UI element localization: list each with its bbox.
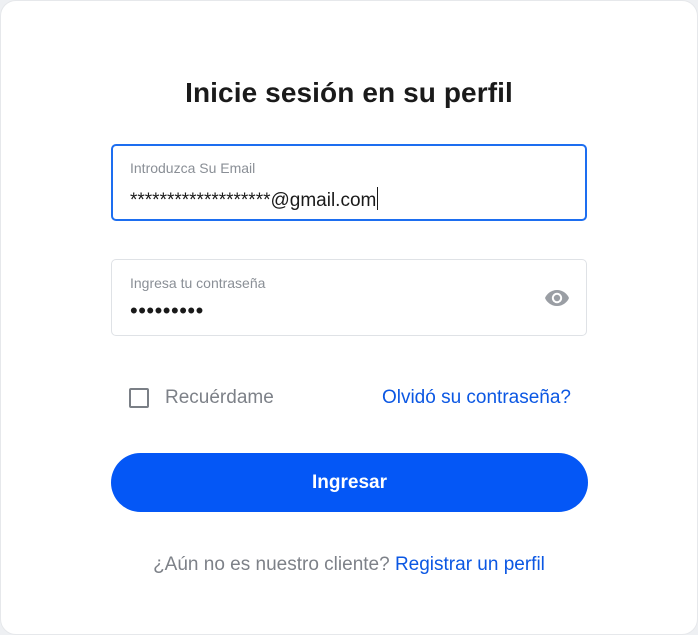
email-input-value: *******************@gmail.com — [130, 190, 377, 211]
text-caret — [377, 187, 379, 210]
login-card: Inicie sesión en su perfil Introduzca Su… — [0, 0, 698, 635]
login-button[interactable]: Ingresar — [111, 453, 588, 512]
remember-me[interactable]: Recuérdame — [129, 387, 274, 409]
register-prompt-line: ¿Aún no es nuestro cliente? Registrar un… — [1, 554, 697, 576]
email-field-label: Introduzca Su Email — [130, 160, 256, 176]
email-field[interactable]: Introduzca Su Email *******************@… — [111, 144, 587, 221]
register-prompt: ¿Aún no es nuestro cliente? — [153, 554, 390, 575]
password-field[interactable]: Ingresa tu contraseña ••••••••• — [111, 259, 587, 336]
password-input[interactable]: ••••••••• — [130, 298, 204, 324]
remember-label: Recuérdame — [165, 387, 274, 408]
email-input[interactable]: *******************@gmail.com — [130, 187, 379, 212]
password-field-label: Ingresa tu contraseña — [130, 275, 266, 291]
forgot-password-link[interactable]: Olvidó su contraseña? — [382, 387, 571, 409]
page-title: Inicie sesión en su perfil — [185, 77, 513, 108]
eye-icon[interactable] — [544, 288, 570, 308]
remember-checkbox[interactable] — [129, 388, 149, 408]
register-link[interactable]: Registrar un perfil — [395, 554, 545, 575]
